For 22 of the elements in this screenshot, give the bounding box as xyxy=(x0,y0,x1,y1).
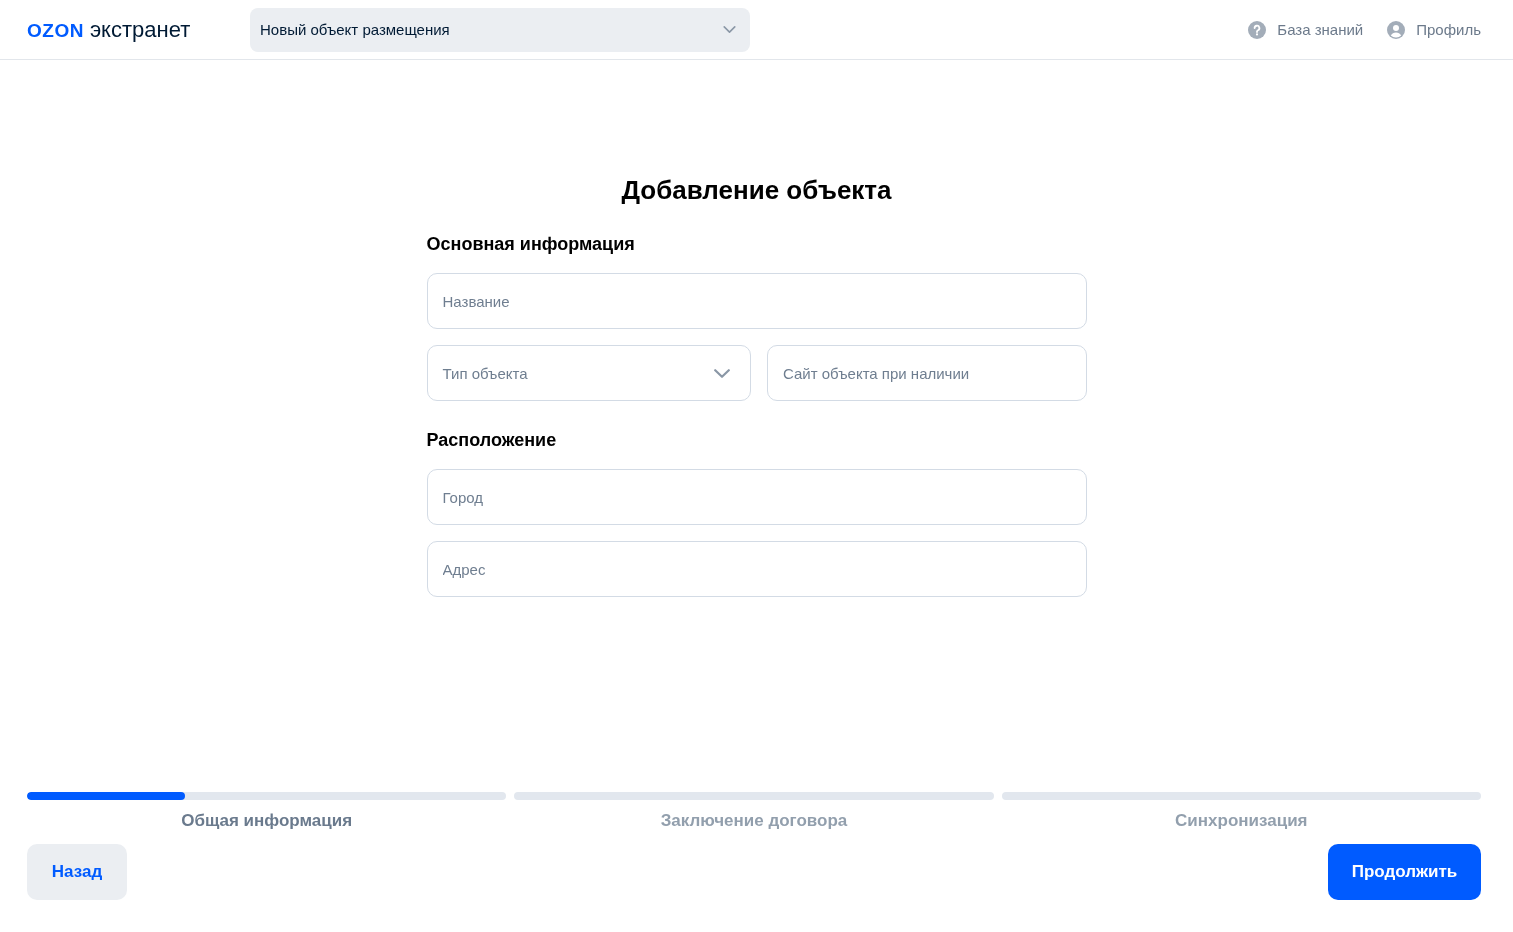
input-field[interactable]: Название xyxy=(426,273,1087,329)
step-label: Общая информация xyxy=(181,810,353,832)
input-field[interactable]: Адрес xyxy=(426,541,1087,597)
section-heading: Основная информация xyxy=(426,233,636,256)
profile-link[interactable]: Профиль xyxy=(1387,20,1481,39)
input-field[interactable]: Сайт объекта при наличии xyxy=(767,345,1087,401)
step-label: Заключение договора xyxy=(660,810,848,832)
knowledge-base-link[interactable]: База знаний xyxy=(1248,20,1364,39)
continue-button[interactable]: Продолжить xyxy=(1328,844,1481,900)
help-icon xyxy=(1248,20,1267,39)
property-select[interactable]: Новый объект размещения xyxy=(250,7,750,52)
back-button[interactable]: Назад xyxy=(27,844,127,900)
page-title: Добавление объекта xyxy=(621,174,892,206)
chevron-down-icon xyxy=(714,368,730,378)
logo-product: экстранет xyxy=(89,16,191,43)
input-field[interactable]: Город xyxy=(426,469,1087,525)
section-heading: Расположение xyxy=(426,429,558,452)
step-label: Синхронизация xyxy=(1175,810,1308,832)
logo-brand: OZON xyxy=(27,19,84,42)
chevron-down-icon xyxy=(723,26,736,33)
select-field[interactable]: Тип объекта xyxy=(426,345,751,401)
profile-icon xyxy=(1387,20,1406,39)
